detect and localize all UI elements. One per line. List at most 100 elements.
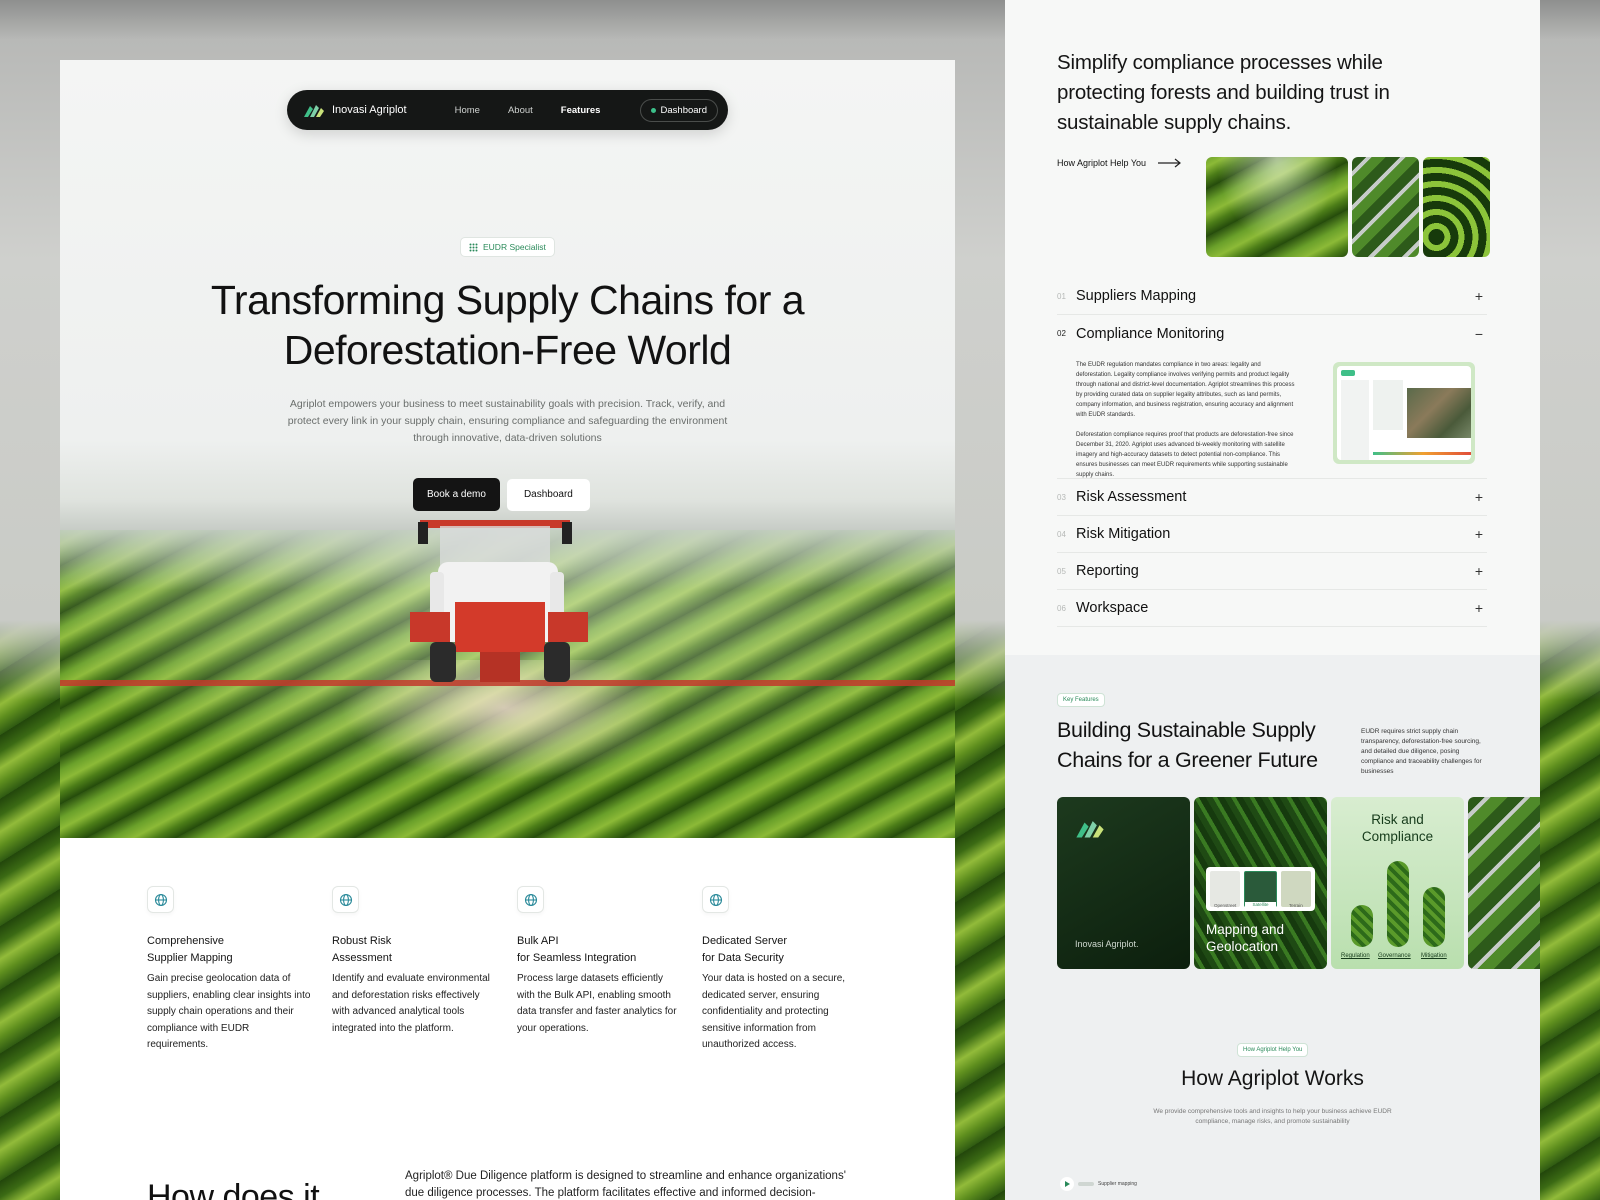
globe-icon — [517, 886, 544, 913]
feature-text: Your data is hosted on a secure, dedicat… — [702, 973, 846, 1050]
intro-heading: Simplify compliance processes while prot… — [1057, 51, 1390, 134]
accordion-num: 01 — [1057, 291, 1066, 301]
crop-rows-photo — [1206, 157, 1348, 257]
risk-card-title: Risk and Compliance — [1361, 812, 1434, 844]
accordion-num: 02 — [1057, 329, 1066, 338]
compliance-monitoring-panel: The EUDR regulation mandates compliance … — [1057, 352, 1487, 479]
accordion-item-compliance-monitoring[interactable]: 02 Compliance Monitoring − — [1057, 315, 1487, 352]
key-features-tag: Key Features — [1057, 693, 1105, 707]
accordion-label: Suppliers Mapping — [1076, 288, 1197, 304]
features-section: Comprehensive Supplier Mapping Gain preci… — [60, 838, 955, 1200]
hero-section: Inovasi Agriplot Home About Features Das… — [60, 60, 955, 838]
feature-title: Dedicated Server for Data Security — [702, 935, 787, 964]
plus-icon: + — [1474, 288, 1484, 304]
risk-label-governance: Governance — [1378, 953, 1411, 959]
dashboard-screenshot-preview — [1333, 362, 1475, 464]
feature-card-risk-assessment: Robust Risk Assessment Identify and evalu… — [332, 886, 497, 1037]
accordion-item-workspace[interactable]: 06 Workspace + — [1057, 590, 1487, 627]
hero-title-line2: Deforestation-Free World — [283, 327, 732, 373]
accordion-label: Risk Mitigation — [1076, 526, 1171, 542]
how-agriplot-works-title: How Agriplot Works — [1181, 1067, 1364, 1090]
arrow-right-icon — [1158, 158, 1182, 168]
key-features-title: Building Sustainable Supply Chains for a… — [1057, 718, 1318, 772]
how-agriplot-help-link[interactable]: How Agriplot Help You — [1057, 158, 1182, 168]
accordion-item-suppliers-mapping[interactable]: 01 Suppliers Mapping + — [1057, 278, 1487, 315]
how-section-title: How does it — [147, 1178, 320, 1200]
risk-label-regulation: Regulation — [1341, 953, 1370, 959]
hero-title: Transforming Supply Chains for a Defores… — [60, 275, 955, 375]
badge-label: EUDR Specialist — [483, 242, 546, 252]
mapping-geolocation-card: Openstreet Satellite Terrain Mapping and… — [1194, 797, 1327, 969]
nav-dashboard-button[interactable]: Dashboard — [639, 98, 718, 122]
accordion-num: 06 — [1057, 603, 1066, 613]
works-player-controls: Supplier mapping — [1060, 1177, 1137, 1191]
how-agriplot-help-tag: How Agriplot Help You — [1237, 1043, 1309, 1057]
book-demo-button[interactable]: Book a demo — [413, 478, 500, 511]
plus-icon: + — [1474, 600, 1484, 616]
plus-icon: + — [1474, 526, 1484, 542]
plus-icon: + — [1474, 489, 1484, 505]
accordion-label: Risk Assessment — [1076, 489, 1187, 505]
help-link-label: How Agriplot Help You — [1057, 158, 1147, 168]
how-agriplot-works-subtitle: We provide comprehensive tools and insig… — [1153, 1108, 1392, 1125]
feature-text: Gain precise geolocation data of supplie… — [147, 973, 311, 1050]
nav-dashboard-label: Dashboard — [660, 104, 707, 116]
accordion-num: 04 — [1057, 529, 1066, 539]
top-navbar: Inovasi Agriplot Home About Features Das… — [287, 90, 728, 130]
risk-compliance-card: Risk and Compliance Regulation Governanc… — [1331, 797, 1464, 969]
brand-logo[interactable]: Inovasi Agriplot — [303, 102, 407, 118]
agriplot-logo-icon — [304, 105, 324, 117]
feature-title: Bulk API for Seamless Integration — [517, 935, 637, 964]
plus-icon: + — [1474, 563, 1484, 579]
brand-card: Inovasi Agriplot. — [1057, 797, 1190, 969]
risk-label-mitigation: Mitigation — [1421, 953, 1447, 959]
dashboard-button[interactable]: Dashboard — [506, 479, 590, 511]
feature-text: Identify and evaluate environmental and … — [332, 973, 490, 1034]
feature-card-supplier-mapping: Comprehensive Supplier Mapping Gain preci… — [147, 886, 312, 1054]
accordion-item-risk-mitigation[interactable]: 04 Risk Mitigation + — [1057, 516, 1487, 553]
accordion-num: 05 — [1057, 566, 1066, 576]
accordion-label: Workspace — [1076, 600, 1149, 616]
winding-rows-photo — [1423, 157, 1490, 257]
eudr-specialist-badge: EUDR Specialist — [460, 237, 555, 257]
nav-link-features[interactable]: Features — [561, 105, 601, 116]
globe-icon — [147, 886, 174, 913]
landing-page-hero-panel: Inovasi Agriplot Home About Features Das… — [60, 60, 955, 1200]
services-accordion: 01 Suppliers Mapping + 02 Compliance Mon… — [1057, 278, 1487, 627]
progress-bar[interactable] — [1078, 1182, 1094, 1186]
minus-icon: − — [1474, 325, 1484, 342]
agriplot-logo-icon — [1076, 821, 1104, 838]
hero-cta-group: Book a demo Dashboard — [413, 478, 590, 511]
accordion-num: 03 — [1057, 492, 1066, 502]
forest-blocks-photo — [1352, 157, 1419, 257]
map-layer-terrain[interactable]: Terrain — [1280, 871, 1311, 908]
map-layer-satellite[interactable]: Satellite — [1244, 871, 1277, 907]
accordion-item-risk-assessment[interactable]: 03 Risk Assessment + — [1057, 479, 1487, 516]
grid-dots-icon — [469, 243, 478, 251]
compliance-paragraph-2: Deforestation compliance requires proof … — [1076, 432, 1294, 478]
mapping-card-title: Mapping and Geolocation — [1206, 922, 1285, 954]
key-features-section: Key Features Building Sustainable Supply… — [1005, 655, 1540, 1200]
accordion-item-reporting[interactable]: 05 Reporting + — [1057, 553, 1487, 590]
nav-link-home[interactable]: Home — [455, 105, 480, 116]
nav-link-about[interactable]: About — [508, 105, 533, 116]
key-features-description: EUDR requires strict supply chain transp… — [1361, 728, 1482, 775]
hero-subtitle: Agriplot empowers your business to meet … — [287, 398, 728, 444]
play-icon[interactable] — [1060, 1177, 1074, 1191]
feature-text: Process large datasets efficiently with … — [517, 973, 677, 1034]
forest-blocks-card — [1468, 797, 1540, 969]
globe-icon — [332, 886, 359, 913]
hero-title-line1: Transforming Supply Chains for a — [210, 277, 805, 323]
globe-icon — [702, 886, 729, 913]
feature-title: Robust Risk Assessment — [332, 935, 392, 964]
status-dot-icon — [650, 107, 656, 113]
card-brand-name: Inovasi Agriplot. — [1075, 939, 1139, 949]
feature-card-bulk-api: Bulk API for Seamless Integration Process… — [517, 886, 682, 1037]
compliance-paragraph-1: The EUDR regulation mandates compliance … — [1076, 362, 1295, 418]
brand-name: Inovasi Agriplot — [332, 104, 407, 116]
accordion-label: Compliance Monitoring — [1076, 325, 1225, 342]
feature-card-dedicated-server: Dedicated Server for Data Security Your d… — [702, 886, 867, 1054]
map-layer-openstreet[interactable]: Openstreet — [1210, 871, 1241, 908]
tractor-image — [410, 520, 588, 682]
how-section-text: Agriplot® Due Diligence platform is desi… — [405, 1170, 846, 1199]
